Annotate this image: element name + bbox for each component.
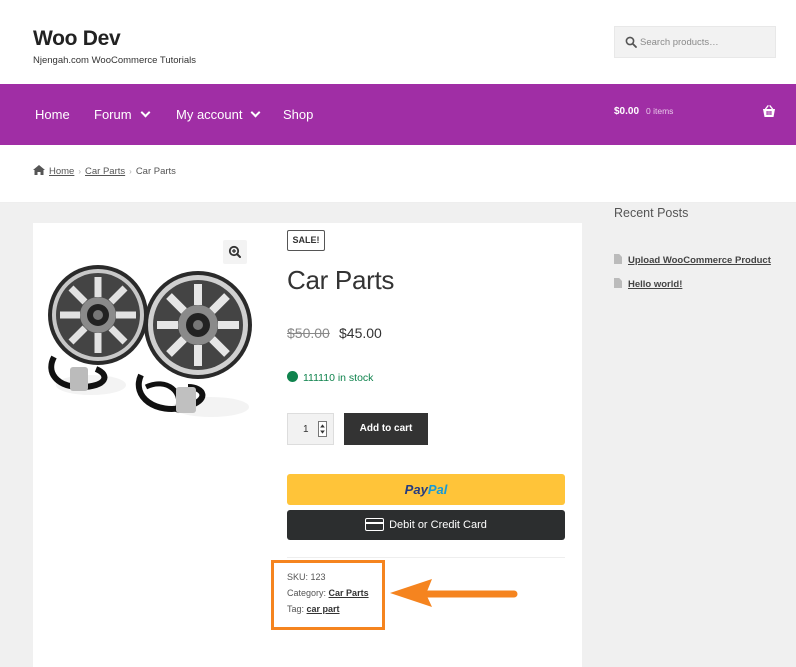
search-box[interactable] bbox=[614, 26, 776, 58]
document-icon bbox=[614, 254, 622, 264]
site-description: Njengah.com WooCommerce Tutorials bbox=[33, 55, 196, 66]
product-sku: SKU: 123 bbox=[287, 572, 326, 582]
spinner-arrows-icon[interactable] bbox=[318, 421, 327, 437]
annotation-arrow-icon bbox=[390, 579, 518, 607]
nav-item-label: Forum bbox=[94, 107, 132, 122]
price-sale: $45.00 bbox=[339, 325, 382, 341]
category-label: Category: bbox=[287, 588, 327, 598]
cart-total[interactable]: $0.00 bbox=[614, 84, 639, 145]
recent-post-item: Hello world! bbox=[614, 278, 682, 290]
sku-label: SKU: bbox=[287, 572, 309, 582]
site-header: Woo Dev Njengah.com WooCommerce Tutorial… bbox=[0, 0, 796, 84]
recent-post-link[interactable]: Upload WooCommerce Product bbox=[628, 255, 771, 266]
nav-item-forum[interactable]: Forum bbox=[94, 84, 151, 145]
product-image[interactable] bbox=[36, 237, 258, 437]
nav-item-label: Shop bbox=[283, 107, 314, 122]
breadcrumb-separator: › bbox=[78, 167, 82, 176]
breadcrumb-link-home[interactable]: Home bbox=[49, 166, 74, 177]
paypal-button[interactable]: PayPal bbox=[287, 474, 565, 505]
breadcrumb-current: Car Parts bbox=[135, 166, 176, 177]
breadcrumb-link-category[interactable]: Car Parts bbox=[85, 166, 125, 177]
nav-item-my-account[interactable]: My account bbox=[176, 84, 261, 145]
check-circle-icon bbox=[287, 371, 298, 382]
tag-link[interactable]: car part bbox=[307, 604, 340, 614]
stock-status: 111110 in stock bbox=[287, 371, 373, 384]
chevron-down-icon bbox=[251, 107, 261, 118]
stock-text: 111110 in stock bbox=[303, 372, 374, 384]
quantity-stepper[interactable]: 1 bbox=[287, 413, 334, 445]
document-icon bbox=[614, 278, 622, 288]
tag-label: Tag: bbox=[287, 604, 305, 614]
paypal-logo-pal: Pal bbox=[427, 482, 448, 497]
card-button-label: Debit or Credit Card bbox=[389, 519, 487, 531]
sale-badge: SALE! bbox=[287, 230, 325, 251]
speaker-left bbox=[48, 265, 148, 395]
primary-navigation: Home Forum My account Shop $0.00 0 items bbox=[0, 84, 796, 145]
nav-item-shop[interactable]: Shop bbox=[283, 84, 313, 145]
product-title: Car Parts bbox=[287, 265, 395, 295]
nav-item-label: Home bbox=[35, 107, 70, 122]
nav-item-label: My account bbox=[176, 107, 243, 122]
cart-count[interactable]: 0 items bbox=[646, 84, 673, 145]
basket-icon[interactable] bbox=[762, 105, 776, 118]
credit-card-icon bbox=[365, 518, 385, 531]
breadcrumb-bar: Home › Car Parts › Car Parts bbox=[0, 145, 796, 203]
home-icon bbox=[33, 165, 45, 175]
site-title[interactable]: Woo Dev bbox=[33, 27, 121, 51]
add-to-cart-button[interactable]: Add to cart bbox=[344, 413, 428, 445]
speaker-right bbox=[135, 271, 252, 417]
nav-item-home[interactable]: Home bbox=[35, 84, 70, 145]
recent-post-link[interactable]: Hello world! bbox=[628, 279, 682, 290]
category-link[interactable]: Car Parts bbox=[329, 588, 369, 598]
recent-post-item: Upload WooCommerce Product bbox=[614, 254, 771, 266]
breadcrumb-separator: › bbox=[129, 167, 132, 176]
zoom-button[interactable] bbox=[223, 240, 247, 264]
quantity-value[interactable]: 1 bbox=[303, 424, 309, 435]
search-input[interactable] bbox=[639, 27, 775, 57]
product-category: Category: Car Parts bbox=[287, 588, 369, 598]
breadcrumb: Home › Car Parts › Car Parts bbox=[33, 165, 176, 177]
chevron-down-icon bbox=[140, 107, 151, 118]
sku-value: 123 bbox=[310, 572, 326, 582]
zoom-icon bbox=[228, 245, 241, 258]
recent-posts-title: Recent Posts bbox=[614, 206, 689, 220]
divider bbox=[287, 557, 565, 558]
debit-credit-card-button[interactable]: Debit or Credit Card bbox=[287, 510, 565, 540]
search-icon bbox=[625, 36, 637, 48]
product-tag: Tag: car part bbox=[287, 604, 340, 614]
paypal-logo-pay: Pay bbox=[404, 482, 428, 497]
price-regular: $50.00 bbox=[287, 325, 330, 341]
